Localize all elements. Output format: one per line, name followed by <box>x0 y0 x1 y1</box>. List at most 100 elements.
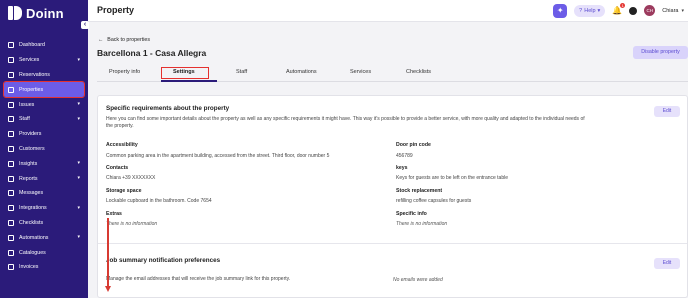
chevron-down-icon: ▾ <box>77 234 80 241</box>
keys-value: Keys for guests are to be left on the en… <box>396 175 509 181</box>
checklists-icon <box>8 219 14 226</box>
keys-label: keys <box>396 165 408 171</box>
bell-icon[interactable]: 🔔 1 <box>612 3 626 15</box>
sidebar-item-customers[interactable]: Customers <box>0 142 88 157</box>
help-button[interactable]: ? Help ▾ <box>574 4 606 17</box>
contacts-value: Chiara +39 XXXXXXX <box>106 175 156 181</box>
sidebar-item-providers[interactable]: Providers <box>0 127 88 142</box>
active-tab-indicator <box>161 80 217 82</box>
sidebar-item-reservations[interactable]: Reservations <box>0 68 88 83</box>
sidebar-item-staff[interactable]: Staff ▾ <box>0 112 88 127</box>
integrations-icon <box>8 205 14 212</box>
extras-label: Extras <box>106 211 122 217</box>
sidebar-item-label: Customers <box>19 145 45 152</box>
annotation-arrow-head <box>104 286 111 292</box>
user-name[interactable]: Chiara <box>662 8 678 14</box>
staff-icon <box>8 116 14 123</box>
sidebar-item-insights[interactable]: Insights ▾ <box>0 156 88 171</box>
providers-icon <box>8 131 14 138</box>
help-icon: ? <box>579 7 583 14</box>
sidebar-item-label: Reports <box>19 175 38 182</box>
avatar[interactable]: CH <box>644 5 656 16</box>
contacts-label: Contacts <box>106 165 129 171</box>
sidebar-item-label: Automations <box>19 234 49 241</box>
help-label: Help <box>584 7 596 14</box>
dashboard-icon <box>8 42 14 49</box>
automations-icon <box>8 234 14 241</box>
sidebar-nav: Dashboard Services ▾ Reservations Properties… <box>0 38 88 275</box>
header: Property ✦ ? Help ▾ 🔔 1 CH Chiara ▾ <box>88 0 688 22</box>
sidebar-item-dashboard[interactable]: Dashboard <box>0 38 88 53</box>
brand-logo[interactable]: Doinn <box>8 5 64 21</box>
tab-automations[interactable]: Automations <box>286 69 317 75</box>
sidebar-item-issues[interactable]: Issues ▾ <box>0 97 88 112</box>
tab-services[interactable]: Services <box>350 69 371 75</box>
catalogues-icon <box>8 249 14 256</box>
stock-label: Stock replacement <box>396 188 443 194</box>
sidebar-item-catalogues[interactable]: Catalogues <box>0 245 88 260</box>
clock-icon[interactable] <box>629 6 638 15</box>
reservations-icon <box>8 71 14 78</box>
sidebar-item-label: Properties <box>19 86 44 93</box>
requirements-title: Specific requirements about the property <box>106 105 230 112</box>
specific-info-value: There is no information <box>396 221 448 227</box>
job-summary-description: Manage the email addresses that will rec… <box>106 276 291 282</box>
messages-icon <box>8 190 14 197</box>
home-icon <box>8 86 14 93</box>
customers-icon <box>8 145 14 152</box>
sidebar-item-label: Integrations <box>19 205 47 212</box>
brand-name: Doinn <box>26 5 64 21</box>
sidebar-item-label: Invoices <box>19 264 39 271</box>
chevron-down-icon[interactable]: ▾ <box>681 8 684 14</box>
disable-property-button[interactable]: Disable property <box>633 46 688 59</box>
sidebar-item-label: Services <box>19 57 40 64</box>
back-to-properties-link[interactable]: ← Back to properties <box>98 37 150 43</box>
page-title: Property <box>97 5 135 15</box>
chevron-down-icon: ▾ <box>77 101 80 108</box>
requirements-description: Here you can find some important details… <box>106 116 585 129</box>
property-name: Barcellona 1 - Casa Allegra <box>97 48 207 58</box>
edit-job-summary-button[interactable]: Edit <box>654 258 680 269</box>
back-link-label: Back to properties <box>107 37 150 43</box>
sparkle-icon[interactable]: ✦ <box>553 3 568 18</box>
insights-icon <box>8 160 14 167</box>
chevron-down-icon: ▾ <box>77 56 80 63</box>
sidebar-item-automations[interactable]: Automations ▾ <box>0 230 88 245</box>
sidebar-item-label: Issues <box>19 101 35 108</box>
sidebar-item-label: Providers <box>19 131 42 138</box>
accessibility-value: Common parking area in the apartment bui… <box>106 153 330 159</box>
storage-label: Storage space <box>106 188 142 194</box>
sidebar-item-label: Staff <box>19 116 30 123</box>
sidebar-item-label: Catalogues <box>19 249 46 256</box>
extras-value: There is no information <box>106 221 158 227</box>
sidebar-item-properties[interactable]: Properties <box>3 81 85 99</box>
sidebar-item-reports[interactable]: Reports ▾ <box>0 171 88 186</box>
tab-staff[interactable]: Staff <box>236 69 247 75</box>
chevron-down-icon: ▾ <box>597 7 601 14</box>
specific-info-label: Specific info <box>396 211 427 217</box>
tab-property-info[interactable]: Property info <box>109 69 140 75</box>
sidebar-item-label: Reservations <box>19 71 50 78</box>
header-actions: ✦ ? Help ▾ 🔔 1 CH Chiara ▾ <box>553 3 684 18</box>
tab-checklists[interactable]: Checklists <box>406 69 431 75</box>
section-divider <box>98 243 687 244</box>
sidebar: Doinn ‹ Dashboard Services ▾ Reservations Pr… <box>0 0 89 298</box>
stock-value: refilling coffee capsules for guests <box>396 198 472 204</box>
sidebar-item-label: Insights <box>19 160 38 167</box>
sidebar-item-integrations[interactable]: Integrations ▾ <box>0 201 88 216</box>
notification-badge: 1 <box>620 3 626 8</box>
edit-requirements-button[interactable]: Edit <box>654 106 680 117</box>
collapse-sidebar-button[interactable]: ‹ <box>81 21 89 29</box>
sidebar-item-label: Checklists <box>19 219 44 226</box>
sidebar-item-services[interactable]: Services ▾ <box>0 53 88 68</box>
chevron-down-icon: ▾ <box>77 175 80 182</box>
chevron-down-icon: ▾ <box>77 115 80 122</box>
chevron-down-icon: ▾ <box>77 160 80 167</box>
sidebar-item-messages[interactable]: Messages <box>0 186 88 201</box>
invoices-icon <box>8 264 14 271</box>
job-summary-title: Job summary notification preferences <box>106 257 221 264</box>
door-pin-value: 456789 <box>396 153 413 159</box>
annotation-arrow <box>107 218 109 288</box>
sidebar-item-checklists[interactable]: Checklists <box>0 216 88 231</box>
sidebar-item-invoices[interactable]: Invoices <box>0 260 88 275</box>
